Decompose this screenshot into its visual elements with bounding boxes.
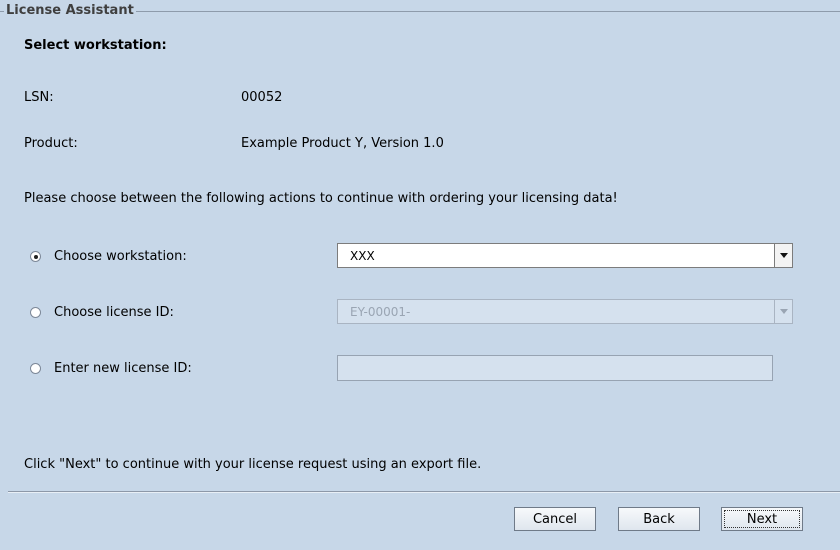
option-choose-license-id[interactable]: Choose license ID: (30, 301, 174, 323)
license-id-radio-label: Choose license ID: (54, 304, 174, 320)
option-choose-workstation[interactable]: Choose workstation: (30, 245, 187, 267)
workstation-radio-label: Choose workstation: (54, 248, 187, 264)
next-button[interactable]: Next (721, 507, 803, 531)
back-button[interactable]: Back (618, 507, 700, 531)
lsn-label: LSN: (24, 90, 54, 105)
cancel-button[interactable]: Cancel (514, 507, 596, 531)
license-id-select[interactable]: EY-00001- (337, 299, 793, 324)
workstation-radio[interactable] (30, 250, 41, 262)
workstation-select[interactable]: XXX (337, 243, 793, 268)
new-license-id-radio[interactable] (30, 362, 41, 374)
frame-title: License Assistant (4, 3, 136, 18)
license-id-select-value: EY-00001- (350, 305, 411, 319)
page-heading: Select workstation: (24, 38, 167, 53)
instruction-text: Please choose between the following acti… (24, 191, 618, 206)
license-id-radio[interactable] (30, 306, 41, 318)
lsn-value: 00052 (241, 90, 283, 105)
option-enter-new-license-id[interactable]: Enter new license ID: (30, 357, 192, 379)
footer-instruction: Click "Next" to continue with your licen… (24, 457, 482, 472)
new-license-id-input[interactable] (337, 355, 773, 381)
footer-separator (8, 491, 840, 493)
chevron-down-icon[interactable] (774, 300, 792, 323)
new-license-id-radio-label: Enter new license ID: (54, 360, 192, 376)
product-label: Product: (24, 136, 78, 151)
product-value: Example Product Y, Version 1.0 (241, 136, 444, 151)
chevron-down-icon[interactable] (774, 244, 792, 267)
workstation-select-value: XXX (350, 249, 375, 263)
